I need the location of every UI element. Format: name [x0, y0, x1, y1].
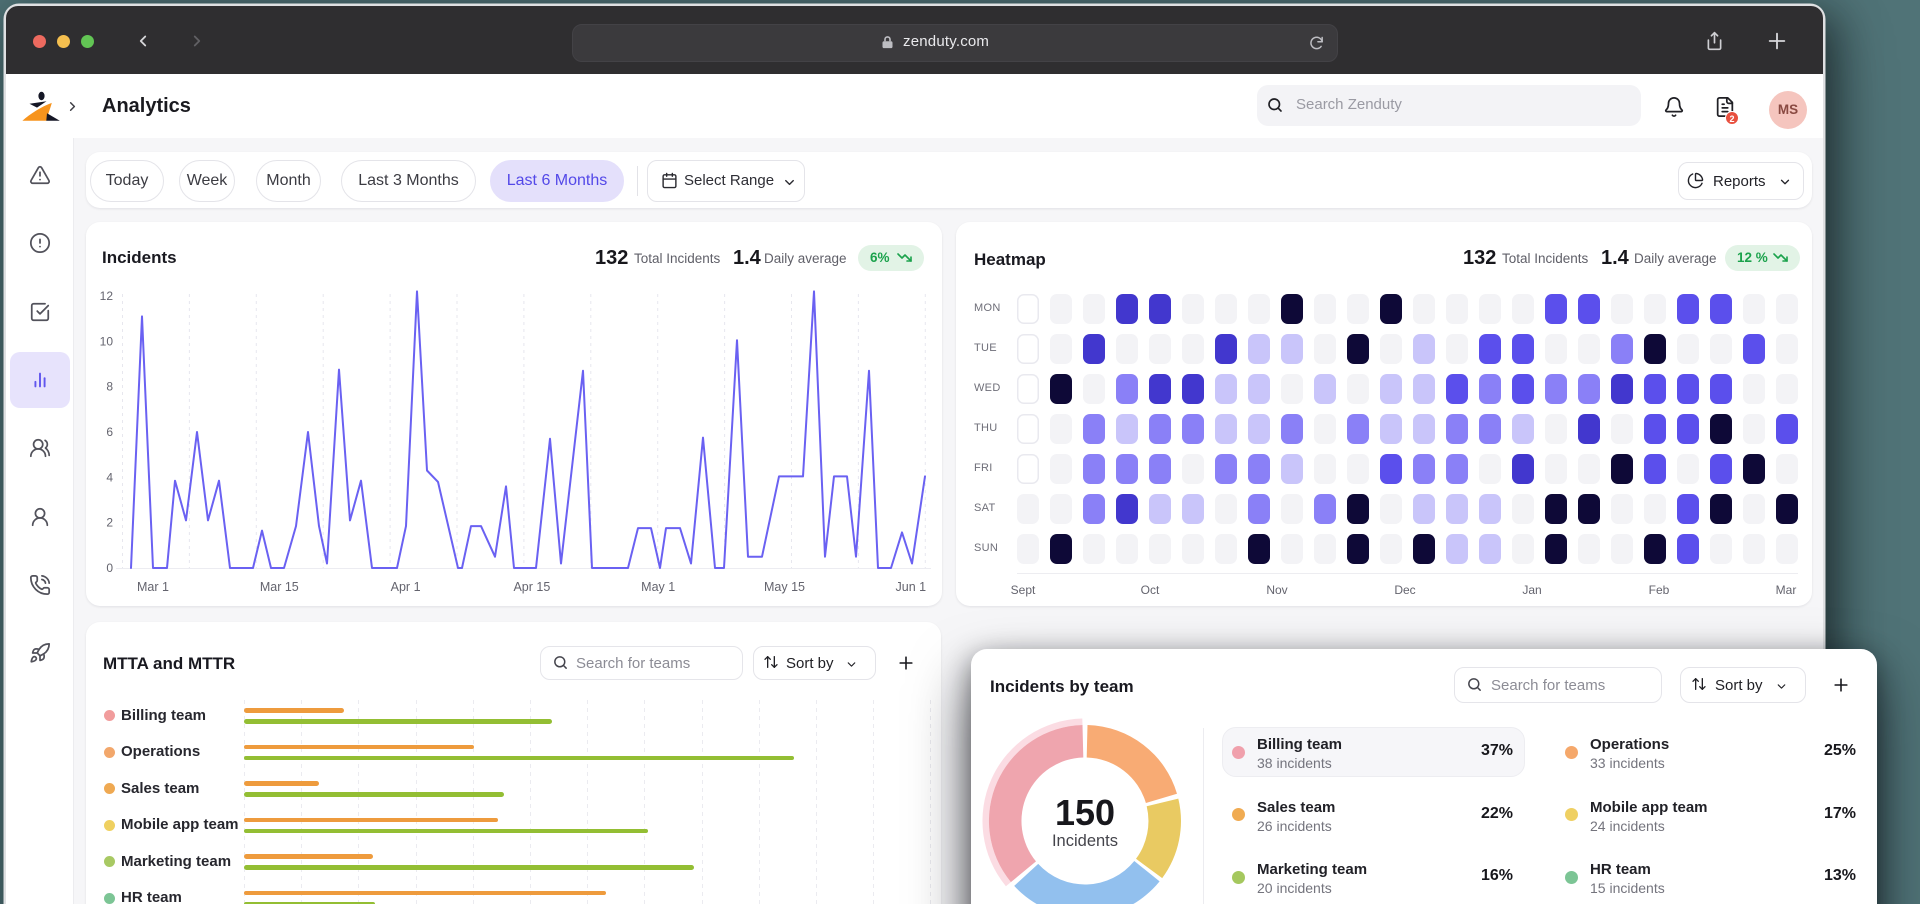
svg-text:2: 2 — [106, 516, 113, 530]
svg-text:12: 12 — [100, 289, 114, 303]
svg-text:4: 4 — [106, 470, 113, 484]
svg-text:Mar 1: Mar 1 — [137, 580, 169, 594]
svg-text:May 1: May 1 — [641, 580, 675, 594]
svg-text:10: 10 — [100, 334, 114, 348]
svg-text:Mar 15: Mar 15 — [260, 580, 299, 594]
svg-text:Apr 1: Apr 1 — [391, 580, 421, 594]
svg-text:Jun 1: Jun 1 — [896, 580, 927, 594]
svg-text:8: 8 — [106, 380, 113, 394]
svg-text:May 15: May 15 — [764, 580, 805, 594]
svg-text:0: 0 — [106, 561, 113, 575]
svg-text:Apr 15: Apr 15 — [513, 580, 550, 594]
svg-text:6: 6 — [106, 425, 113, 439]
